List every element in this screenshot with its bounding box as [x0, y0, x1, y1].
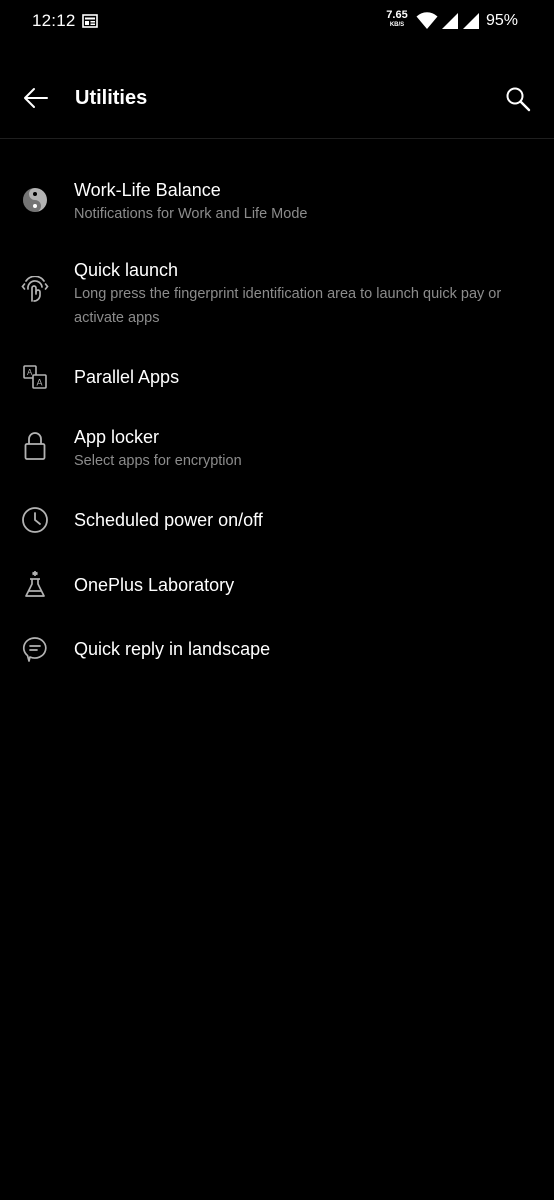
search-button[interactable]: [497, 78, 539, 120]
list-item-work-life-balance[interactable]: Work-Life Balance Notifications for Work…: [0, 165, 554, 235]
header-divider: [0, 138, 554, 139]
clock-icon: [21, 506, 49, 534]
svg-text:A: A: [27, 368, 33, 377]
flask-icon: [21, 570, 49, 598]
item-title: Work-Life Balance: [74, 180, 221, 200]
item-title: OnePlus Laboratory: [74, 575, 235, 595]
chat-bubble-icon: [21, 635, 49, 663]
item-subtitle: Select apps for encryption: [74, 453, 242, 469]
item-title: Quick reply in landscape: [74, 639, 271, 659]
item-title: Quick launch: [74, 260, 179, 280]
news-notification-icon: [82, 14, 98, 28]
yin-yang-icon: [21, 186, 49, 214]
list-item-app-locker[interactable]: App locker Select apps for encryption: [0, 415, 554, 485]
search-icon: [506, 87, 531, 112]
item-subtitle: Long press the fingerprint identificatio…: [74, 286, 502, 326]
arrow-left-icon: [24, 88, 48, 108]
item-title: Scheduled power on/off: [74, 510, 263, 530]
list-item-parallel-apps[interactable]: A A Parallel Apps: [0, 345, 554, 409]
list-item-quick-reply-landscape[interactable]: Quick reply in landscape: [0, 620, 554, 680]
cell-signal-icon: [442, 13, 458, 29]
list-item-scheduled-power[interactable]: Scheduled power on/off: [0, 490, 554, 550]
lock-icon: [21, 432, 49, 460]
list-item-quick-launch[interactable]: Quick launch Long press the fingerprint …: [0, 245, 554, 335]
item-title: App locker: [74, 427, 160, 447]
cell-signal-icon: [463, 13, 479, 29]
network-speed-value: 7.65: [386, 9, 408, 21]
wifi-icon: [416, 12, 438, 29]
item-title: Parallel Apps: [74, 367, 180, 387]
page-title: Utilities: [75, 87, 148, 109]
fingerprint-touch-icon: [21, 276, 49, 304]
battery-level: 95%: [486, 12, 519, 29]
svg-text:A: A: [37, 378, 43, 388]
parallel-apps-icon: A A: [21, 363, 49, 391]
status-bar: 12:12 7.65 KB/S 95%: [0, 0, 554, 44]
back-button[interactable]: [16, 78, 56, 118]
network-speed-unit: KB/S: [389, 22, 405, 28]
item-subtitle: Notifications for Work and Life Mode: [74, 206, 308, 222]
list-item-oneplus-laboratory[interactable]: OnePlus Laboratory: [0, 555, 554, 615]
network-speed: 7.65 KB/S: [384, 9, 410, 29]
status-time: 12:12: [32, 11, 76, 30]
app-bar: Utilities: [0, 58, 554, 138]
